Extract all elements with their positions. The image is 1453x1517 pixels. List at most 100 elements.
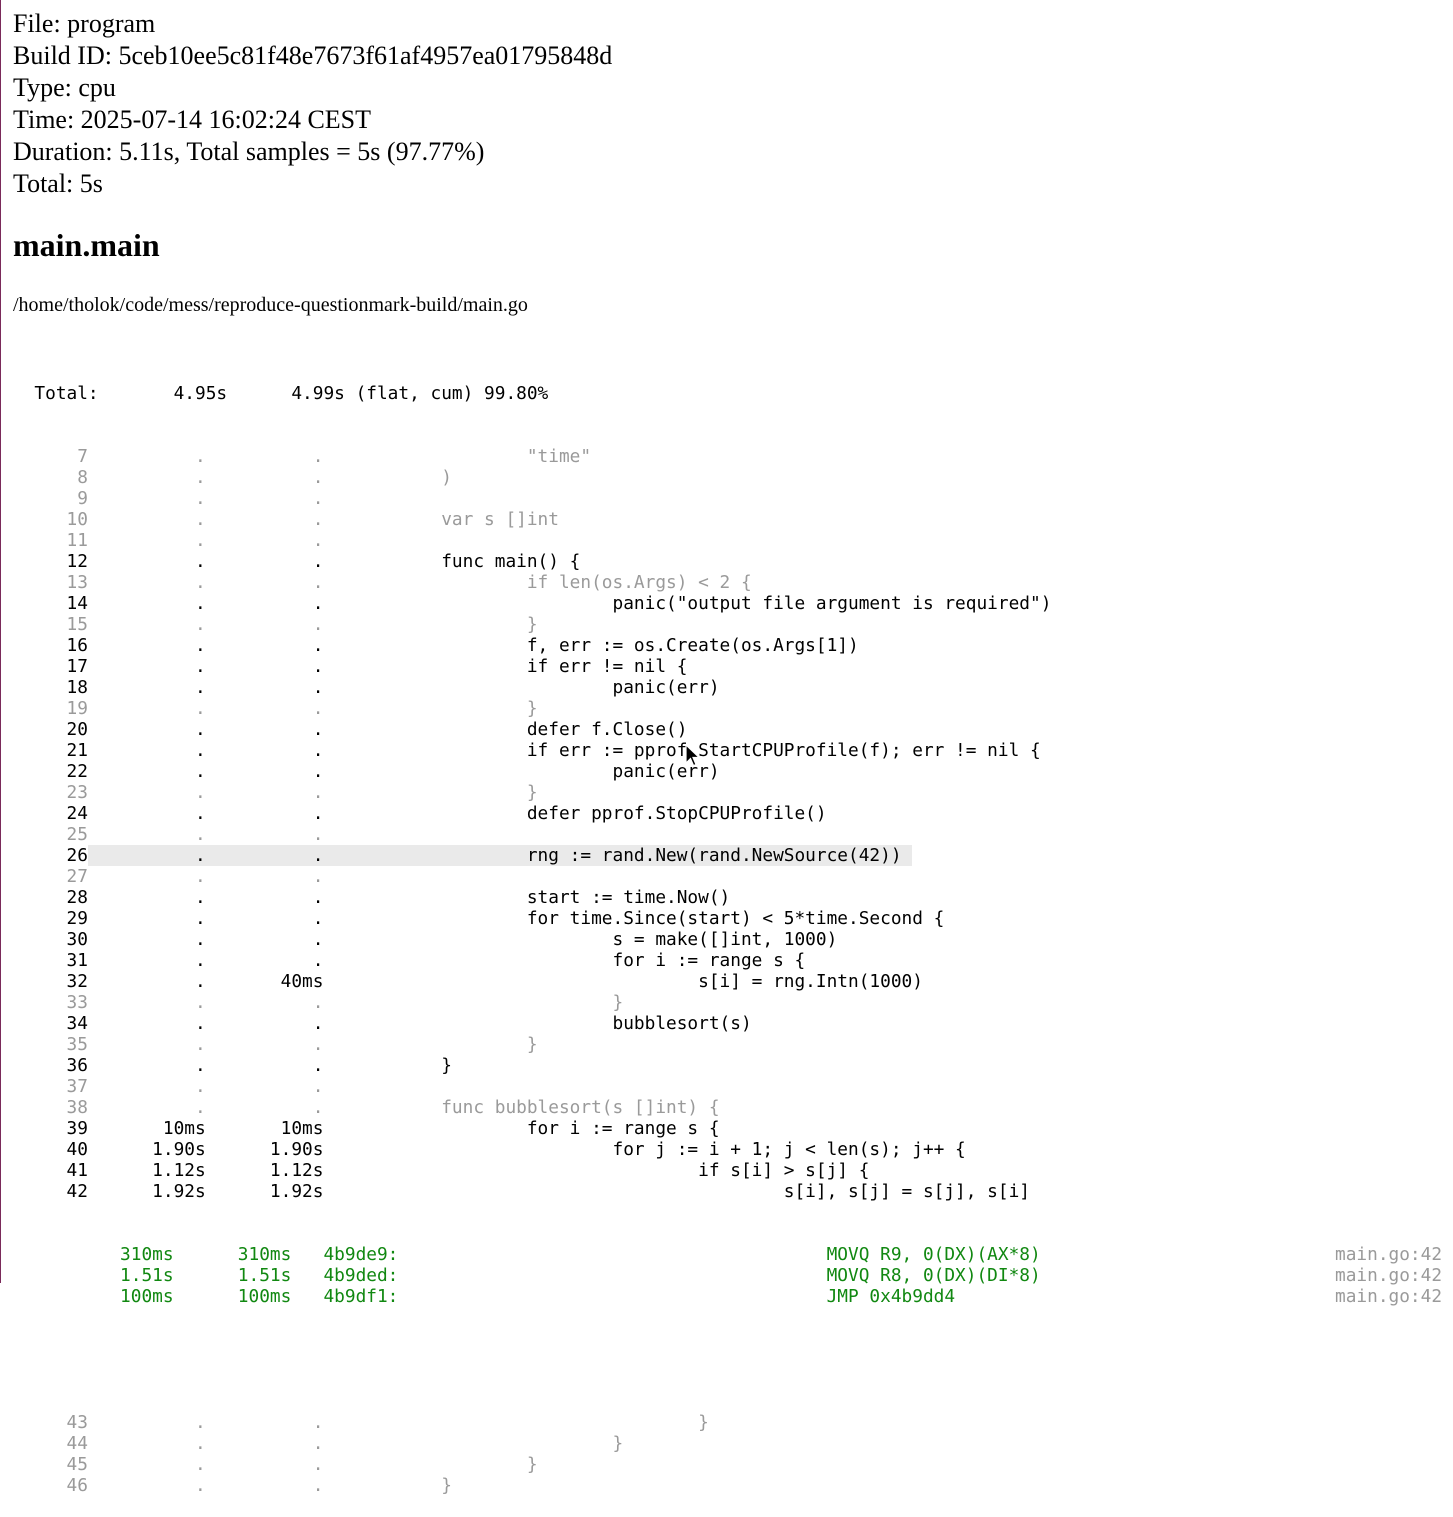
source-line-text: 21 . . if err := pprof.StartCPUProfile(f… xyxy=(13,740,1041,761)
source-line-text: 25 . . xyxy=(13,824,324,845)
source-line-text: 44 . . } xyxy=(13,1433,624,1454)
source-line-text: 41 1.12s 1.12s if s[i] > s[j] { xyxy=(13,1160,870,1181)
source-line: 16 . . f, err := os.Create(os.Args[1]) xyxy=(13,635,1051,656)
source-file-path: /home/tholok/code/mess/reproduce-questio… xyxy=(13,294,528,316)
source-line: 7 . . "time" xyxy=(13,446,1051,467)
source-line-text: 40 1.90s 1.90s for j := i + 1; j < len(s… xyxy=(13,1139,966,1160)
source-line-text: 31 . . for i := range s { xyxy=(13,950,806,971)
total-label: Total: 5s xyxy=(13,169,103,198)
source-line-text: 27 . . xyxy=(13,866,324,887)
source-line: 42 1.92s 1.92s s[i], s[j] = s[j], s[i] xyxy=(13,1181,1051,1202)
source-line: 36 . . } xyxy=(13,1055,1051,1076)
assembly-line-text: 100ms 100ms 4b9df1: JMP 0x4b9dd4 xyxy=(13,1286,956,1307)
source-line: 45 . . } xyxy=(13,1454,1051,1475)
source-line: 27 . . xyxy=(13,866,1051,887)
source-line: 15 . . } xyxy=(13,614,1051,635)
time-label: Time: 2025-07-14 16:02:24 CEST xyxy=(13,105,372,134)
source-line-text: 9 . . xyxy=(13,488,324,509)
source-line: 33 . . } xyxy=(13,992,1051,1013)
source-tail-lines: 43 . . } 44 . . } 45 . . } 46 . .} xyxy=(13,1412,1051,1496)
source-line: 9 . . xyxy=(13,488,1051,509)
file-label: File: program xyxy=(13,9,156,38)
source-line: 46 . . } xyxy=(13,1475,1051,1496)
type-label: Type: cpu xyxy=(13,73,116,102)
source-line-text: 11 . . xyxy=(13,530,324,551)
source-line-text: 45 . . } xyxy=(13,1454,538,1475)
source-line-text: 37 . . xyxy=(13,1076,324,1097)
source-line: 10 . . var s []int xyxy=(13,509,1051,530)
source-line-text: 39 10ms 10ms for i := range s { xyxy=(13,1118,720,1139)
source-line-text: 8 . . ) xyxy=(13,467,452,488)
build-id-label: Build ID: 5ceb10ee5c81f48e7673f61af4957e… xyxy=(13,41,613,70)
listing-total-row: Total: 4.95s 4.99s (flat, cum) 99.80% xyxy=(13,383,549,404)
source-line: 40 1.90s 1.90s for j := i + 1; j < len(s… xyxy=(13,1139,1051,1160)
source-line-text: 38 . . func bubblesort(s []int) { xyxy=(13,1097,720,1118)
profile-header: File: program Build ID: 5ceb10ee5c81f48e… xyxy=(13,8,612,200)
duration-label: Duration: 5.11s, Total samples = 5s (97.… xyxy=(13,137,485,166)
source-line: 24 . . defer pprof.StopCPUProfile() xyxy=(13,803,1051,824)
source-line-text: 24 . . defer pprof.StopCPUProfile() xyxy=(13,803,827,824)
source-line-text: 32 . 40ms s[i] = rng.Intn(1000) xyxy=(13,971,923,992)
source-line: 31 . . for i := range s { xyxy=(13,950,1051,971)
source-line: 21 . . if err := pprof.StartCPUProfile(f… xyxy=(13,740,1051,761)
listing-gap xyxy=(13,1349,1051,1370)
source-line-text: 43 . . } xyxy=(13,1412,709,1433)
source-line-text: 10 . . var s []int xyxy=(13,509,559,530)
source-line: 32 . 40ms s[i] = rng.Intn(1000) xyxy=(13,971,1051,992)
function-title: main.main xyxy=(13,227,160,263)
source-line-text: 16 . . f, err := os.Create(os.Args[1]) xyxy=(13,635,859,656)
source-line: 25 . . xyxy=(13,824,1051,845)
source-line: 13 . . if len(os.Args) < 2 { xyxy=(13,572,1051,593)
source-line: 11 . . xyxy=(13,530,1051,551)
source-line-text: 30 . . s = make([]int, 1000) xyxy=(13,929,838,950)
source-line-text: 20 . . defer f.Close() xyxy=(13,719,688,740)
source-line: 20 . . defer f.Close() xyxy=(13,719,1051,740)
source-line: 41 1.12s 1.12s if s[i] > s[j] { xyxy=(13,1160,1051,1181)
source-line: 8 . . ) xyxy=(13,467,1051,488)
source-line: 34 . . bubblesort(s) xyxy=(13,1013,1051,1034)
source-line: 28 . . start := time.Now() xyxy=(13,887,1051,908)
source-line: 23 . . } xyxy=(13,782,1051,803)
source-line-text: 19 . . } xyxy=(13,698,538,719)
source-line-text: 33 . . } xyxy=(13,992,624,1013)
source-line-text: 17 . . if err != nil { xyxy=(13,656,688,677)
source-line: 18 . . panic(err) xyxy=(13,677,1051,698)
mouse-pointer-icon xyxy=(685,744,701,767)
source-line-text: 12 . . func main() { xyxy=(13,551,581,572)
source-line-text: 18 . . panic(err) xyxy=(13,677,720,698)
source-line: 26 . . rng := rand.New(rand.NewSource(42… xyxy=(13,845,1051,866)
source-line: 44 . . } xyxy=(13,1433,1051,1454)
source-line-text: 29 . . for time.Since(start) < 5*time.Se… xyxy=(13,908,945,929)
source-line-text: 13 . . if len(os.Args) < 2 { xyxy=(13,572,752,593)
source-line-text: 46 . . } xyxy=(13,1475,452,1496)
source-line: 14 . . panic("output file argument is re… xyxy=(13,593,1052,614)
source-line-text: 23 . . } xyxy=(13,782,538,803)
source-line: 12 . . func main() { xyxy=(13,551,1051,572)
source-line: 19 . . } xyxy=(13,698,1051,719)
source-line-text: 36 . . } xyxy=(13,1055,452,1076)
source-line: 22 . . panic(err) xyxy=(13,761,1051,782)
source-line-text: 14 . . panic("output file argument is re… xyxy=(13,593,1052,614)
source-line: 30 . . s = make([]int, 1000) xyxy=(13,929,1051,950)
source-line: 29 . . for time.Since(start) < 5*time.Se… xyxy=(13,908,1051,929)
source-line: 17 . . if err != nil { xyxy=(13,656,1051,677)
source-line-text: 15 . . } xyxy=(13,614,538,635)
assembly-line-location: main.go:42 xyxy=(1335,1286,1443,1307)
assembly-lines: 310ms 310ms 4b9de9: MOVQ R9, 0(DX)(AX*8)… xyxy=(13,1244,1442,1307)
source-line-text: 42 1.92s 1.92s s[i], s[j] = s[j], s[i] xyxy=(13,1181,1030,1202)
source-line: 38 . . func bubblesort(s []int) { xyxy=(13,1097,1051,1118)
source-listing: Total: 4.95s 4.99s (flat, cum) 99.80% 7 … xyxy=(13,341,1442,1517)
source-line: 43 . . } xyxy=(13,1412,1051,1433)
assembly-line: 100ms 100ms 4b9df1: JMP 0x4b9dd4 main.go:… xyxy=(13,1286,1442,1307)
assembly-line-location: main.go:42 xyxy=(1335,1244,1443,1265)
source-lines: 7 . . "time" 8 . . ) 9 . . 10 . . var s … xyxy=(13,446,1052,1202)
source-line-text: 26 . . rng := rand.New(rand.NewSource(42… xyxy=(13,845,913,866)
source-line: 35 . . } xyxy=(13,1034,1051,1055)
source-line-text: 34 . . bubblesort(s) xyxy=(13,1013,752,1034)
assembly-line: 310ms 310ms 4b9de9: MOVQ R9, 0(DX)(AX*8)… xyxy=(13,1244,1442,1265)
source-line-text: 7 . . "time" xyxy=(13,446,592,467)
source-line-text: 28 . . start := time.Now() xyxy=(13,887,731,908)
assembly-line-text: 310ms 310ms 4b9de9: MOVQ R9, 0(DX)(AX*8) xyxy=(13,1244,1041,1265)
source-line: 37 . . xyxy=(13,1076,1051,1097)
source-line-text: 22 . . panic(err) xyxy=(13,761,720,782)
